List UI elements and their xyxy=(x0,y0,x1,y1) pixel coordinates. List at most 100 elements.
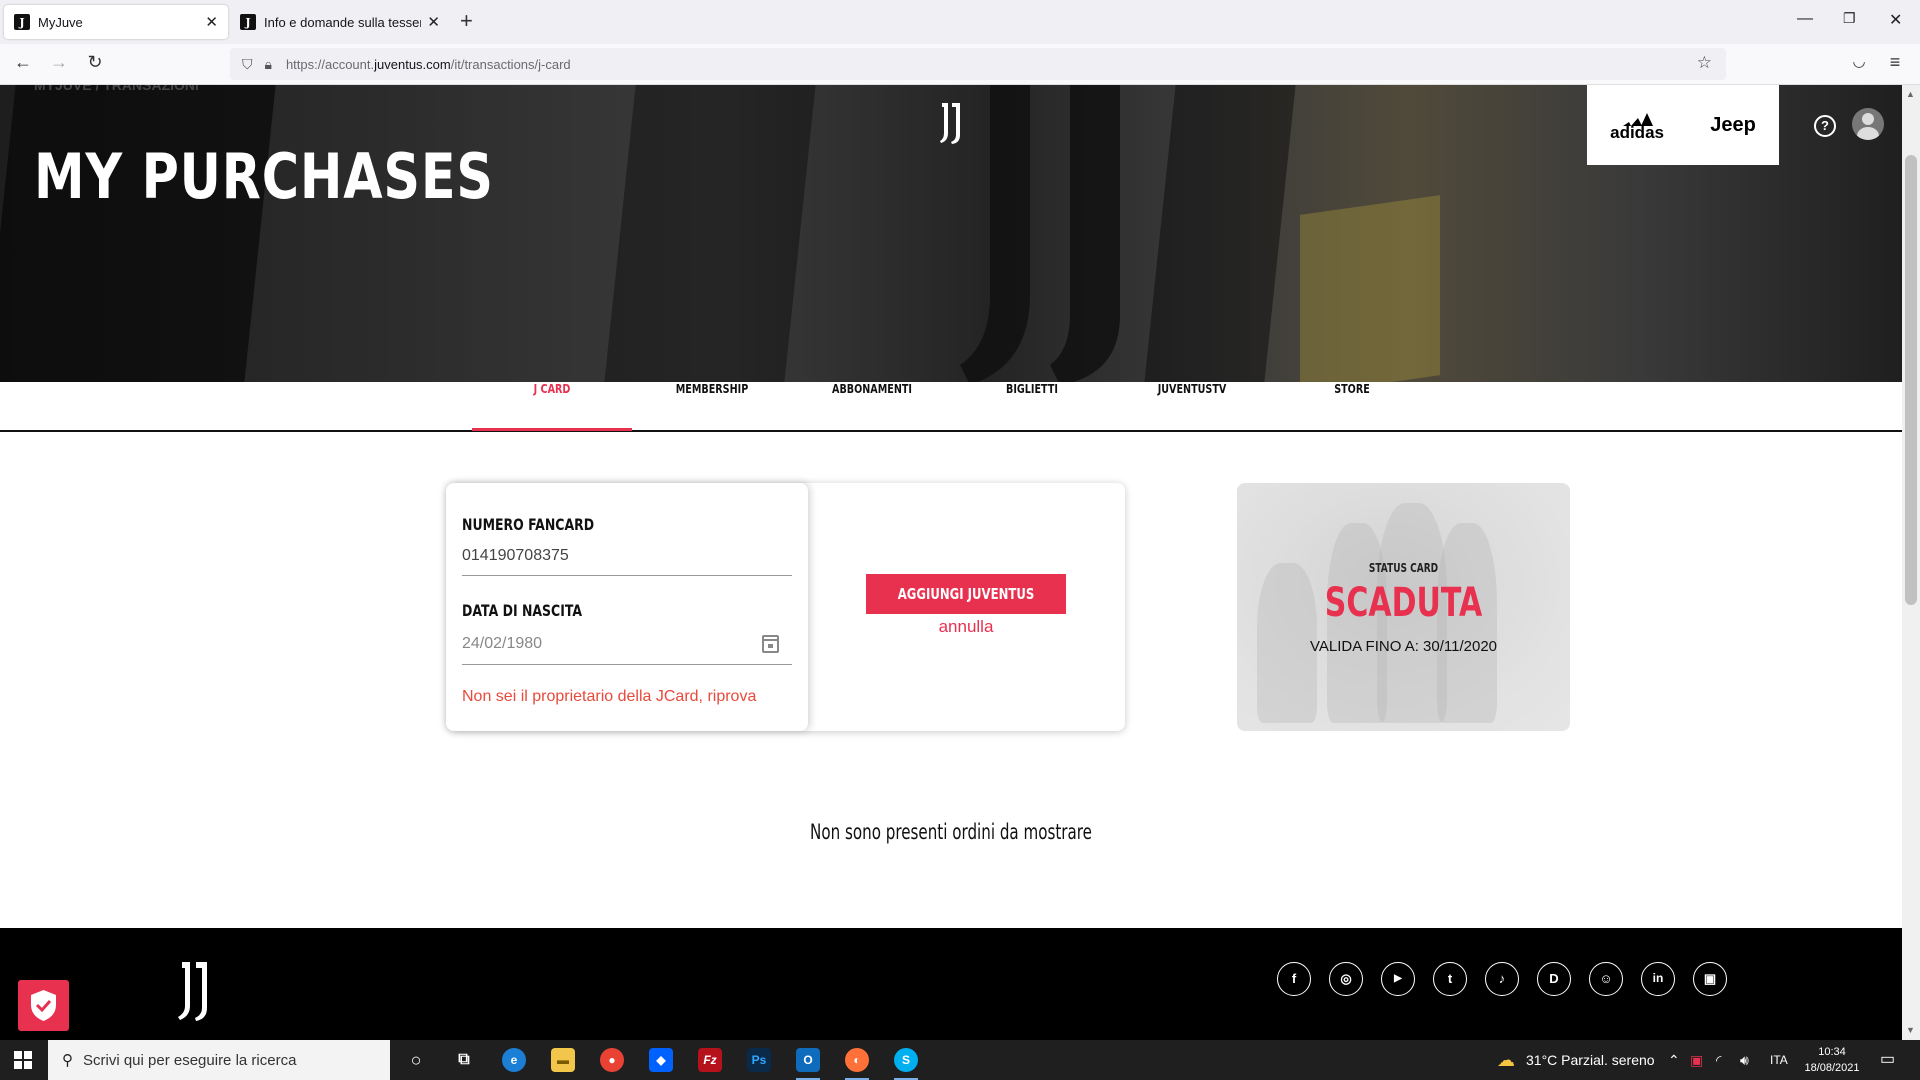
help-icon[interactable]: ? xyxy=(1814,115,1836,137)
fancard-input[interactable]: 014190708375 xyxy=(462,547,569,565)
scroll-up-icon[interactable]: ▲ xyxy=(1906,89,1915,99)
taskbar-clock[interactable]: 10:34 18/08/2021 xyxy=(1800,1044,1864,1076)
restore-icon[interactable]: ❐ xyxy=(1843,10,1856,27)
juventus-logo-icon[interactable] xyxy=(938,101,968,145)
pocket-icon[interactable]: ◡ xyxy=(1846,52,1872,70)
status-caption: STATUS CARD xyxy=(1368,561,1439,575)
language-indicator[interactable]: ITA xyxy=(1770,1040,1788,1080)
tab-store[interactable]: STORE xyxy=(1288,382,1416,432)
page-scrollbar[interactable]: ▲ ▼ xyxy=(1902,85,1920,1040)
bookmark-star-icon[interactable]: ☆ xyxy=(1697,53,1712,73)
chrome-icon[interactable]: ● xyxy=(600,1048,624,1072)
tray-app-icon[interactable]: ▣ xyxy=(1690,1040,1703,1080)
jcard-form-card: NUMERO FANCARD 014190708375 DATA DI NASC… xyxy=(446,483,1125,731)
windows-start-icon[interactable] xyxy=(14,1051,32,1069)
search-icon: ⚲ xyxy=(62,1052,73,1069)
photoshop-icon[interactable]: Ps xyxy=(747,1048,771,1072)
file-explorer-icon[interactable]: ▬ xyxy=(551,1048,575,1072)
breadcrumb[interactable]: MYJUVE / TRANSAZIONI xyxy=(34,85,199,93)
tab-title: Info e domande sulla tessera del xyxy=(264,14,421,30)
avatar[interactable] xyxy=(1852,108,1884,140)
scroll-down-icon[interactable]: ▼ xyxy=(1906,1025,1915,1035)
address-bar[interactable]: ⛉ 🔒︎ https://account.juventus.com/it/tra… xyxy=(230,48,1726,80)
minimize-icon[interactable]: — xyxy=(1797,10,1813,28)
add-juventus-card-button[interactable]: AGGIUNGI JUVENTUS CARD xyxy=(866,574,1066,643)
browser-tab-bar: J MyJuve ✕ J Info e domande sulla tesser… xyxy=(0,0,1920,44)
tab-membership[interactable]: MEMBERSHIP xyxy=(648,382,776,432)
tab-title: MyJuve xyxy=(38,14,83,30)
search-placeholder: Scrivi qui per eseguire la ricerca xyxy=(83,1051,297,1069)
task-view-icon[interactable]: ⧉ xyxy=(452,1048,476,1072)
close-tab-icon[interactable]: ✕ xyxy=(205,13,218,31)
weather-text[interactable]: 31°C Parzial. sereno xyxy=(1526,1040,1655,1080)
snapchat-icon[interactable]: ☺ xyxy=(1589,962,1623,996)
empty-orders-message: Non sono presenti ordini da mostrare xyxy=(810,820,1092,844)
footer: f ◎ ▶ t ♪ D ☺ in ▣ xyxy=(0,928,1902,1040)
twitch-icon[interactable]: ▣ xyxy=(1693,962,1727,996)
active-tab-indicator xyxy=(472,428,632,431)
twitter-icon[interactable]: t xyxy=(1433,962,1467,996)
url-text[interactable]: https://account.juventus.com/it/transact… xyxy=(286,57,571,72)
firefox-icon[interactable]: ◐ xyxy=(845,1048,869,1080)
facebook-icon[interactable]: f xyxy=(1277,962,1311,996)
instagram-icon[interactable]: ◎ xyxy=(1329,962,1363,996)
volume-icon[interactable]: 🔊︎ xyxy=(1740,1040,1749,1080)
reload-icon[interactable]: ↻ xyxy=(82,52,108,73)
hero-banner: MYJUVE / TRANSAZIONI MY PURCHASES adidas… xyxy=(0,85,1902,382)
shield-icon[interactable]: ⛉ xyxy=(242,56,253,73)
outlook-icon[interactable]: O xyxy=(796,1048,820,1080)
scrollbar-thumb[interactable] xyxy=(1905,155,1917,605)
status-badge: SCADUTA xyxy=(1324,580,1483,626)
youtube-icon[interactable]: ▶ xyxy=(1381,962,1415,996)
sponsor-box: adidas Jeep xyxy=(1587,85,1779,165)
skype-icon[interactable]: S xyxy=(894,1048,918,1080)
jeep-logo[interactable]: Jeep xyxy=(1710,114,1756,137)
status-card: STATUS CARD SCADUTA VALIDA FINO A: 30/11… xyxy=(1237,483,1570,731)
windows-taskbar: ⚲ Scrivi qui per eseguire la ricerca ○ ⧉… xyxy=(0,1040,1920,1080)
weather-icon[interactable]: ☁ xyxy=(1497,1040,1515,1080)
valid-until-text: VALIDA FINO A: 30/11/2020 xyxy=(1309,638,1498,655)
calendar-icon[interactable] xyxy=(762,635,779,653)
notifications-icon[interactable]: ▭ xyxy=(1880,1040,1895,1080)
tab-juventustv[interactable]: JUVENTUSTV xyxy=(1128,382,1256,432)
fancard-label: NUMERO FANCARD xyxy=(462,515,595,534)
back-icon[interactable]: ← xyxy=(10,52,36,73)
tray-chevron-icon[interactable]: ⌃ xyxy=(1668,1040,1680,1080)
hero-j-logo-decoration xyxy=(960,85,1120,382)
close-tab-icon[interactable]: ✕ xyxy=(427,13,440,31)
birthdate-input[interactable]: 24/02/1980 xyxy=(462,635,542,653)
dropbox-icon[interactable]: ◆ xyxy=(649,1048,673,1072)
forward-icon[interactable]: → xyxy=(46,52,72,73)
tab-biglietti[interactable]: BIGLIETTI xyxy=(968,382,1096,432)
juventus-favicon-icon: J xyxy=(240,14,256,30)
browser-tab-myjuve[interactable]: J MyJuve ✕ xyxy=(4,5,228,39)
edge-icon[interactable]: e xyxy=(502,1048,526,1072)
dazn-icon[interactable]: D xyxy=(1537,962,1571,996)
taskbar-search[interactable]: ⚲ Scrivi qui per eseguire la ricerca xyxy=(48,1040,390,1080)
cancel-link[interactable]: annulla xyxy=(866,617,1066,637)
jcard-form: NUMERO FANCARD 014190708375 DATA DI NASC… xyxy=(446,483,808,731)
cortana-icon[interactable]: ○ xyxy=(404,1048,428,1072)
tiktok-icon[interactable]: ♪ xyxy=(1485,962,1519,996)
error-message: Non sei il proprietario della JCard, rip… xyxy=(462,688,757,705)
purchase-tabs: J CARD MEMBERSHIP ABBONAMENTI BIGLIETTI … xyxy=(0,382,1902,432)
tab-jcard[interactable]: J CARD xyxy=(488,382,616,432)
juventus-favicon-icon: J xyxy=(14,14,30,30)
filezilla-icon[interactable]: Fz xyxy=(698,1048,722,1072)
new-tab-button[interactable]: + xyxy=(460,10,473,32)
adidas-logo[interactable]: adidas xyxy=(1610,110,1664,141)
close-window-icon[interactable]: ✕ xyxy=(1889,10,1902,30)
tab-abbonamenti[interactable]: ABBONAMENTI xyxy=(808,382,936,432)
footer-juventus-logo-icon[interactable] xyxy=(176,960,220,1022)
lock-icon[interactable]: 🔒︎ xyxy=(265,56,272,73)
page-content: MYJUVE / TRANSAZIONI MY PURCHASES adidas… xyxy=(0,85,1902,1040)
browser-nav-bar: ← → ↻ ⛉ 🔒︎ https://account.juventus.com/… xyxy=(0,44,1920,85)
linkedin-icon[interactable]: in xyxy=(1641,962,1675,996)
network-icon[interactable]: ◜ xyxy=(1716,1040,1721,1080)
page-title: MY PURCHASES xyxy=(34,140,494,213)
menu-icon[interactable]: ≡ xyxy=(1882,52,1908,73)
privacy-shield-button[interactable] xyxy=(18,980,69,1031)
birthdate-label: DATA DI NASCITA xyxy=(462,601,583,620)
browser-tab-info[interactable]: J Info e domande sulla tessera del ✕ xyxy=(230,5,450,39)
shield-check-icon xyxy=(31,990,56,1021)
